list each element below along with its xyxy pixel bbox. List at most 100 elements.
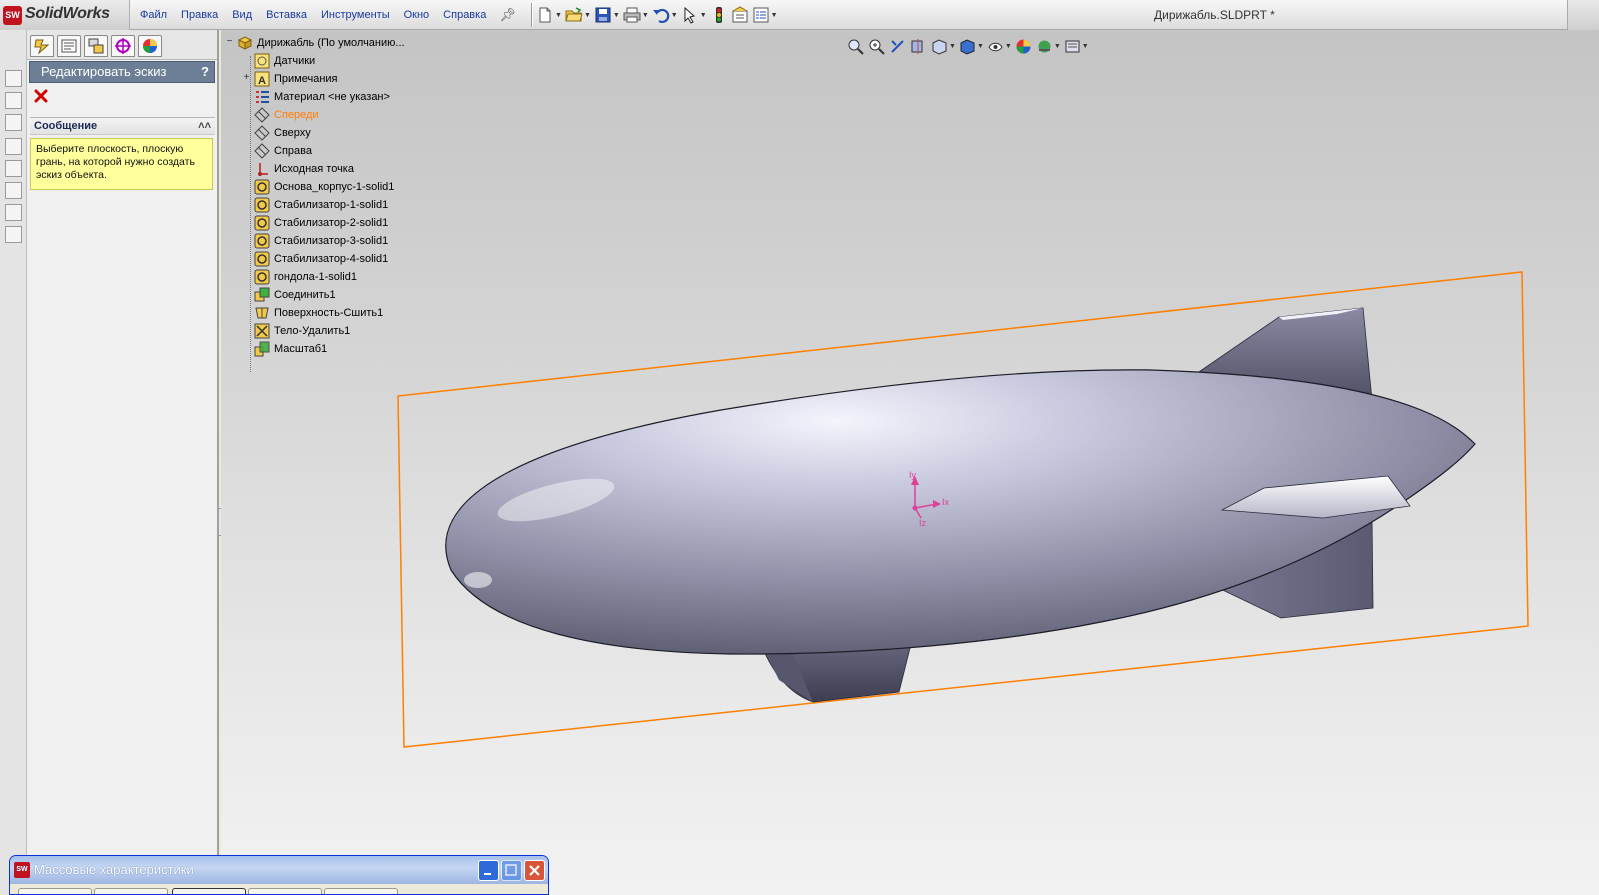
mass-button-5[interactable] — [324, 888, 398, 894]
open-button[interactable]: ▼ — [565, 4, 591, 26]
previous-view-icon[interactable] — [889, 38, 906, 55]
triad-y-label: Iy — [909, 470, 917, 480]
property-manager-panel: Редактировать эскиз ? Сообщение ˄˄ Выбер… — [27, 30, 219, 895]
section-view-icon[interactable] — [910, 38, 927, 55]
combine-icon — [254, 287, 270, 302]
menu: Файл Правка Вид Вставка Инструменты Окно… — [133, 0, 516, 30]
cancel-button[interactable] — [33, 88, 49, 104]
property-manager-tab[interactable] — [57, 35, 81, 57]
standard-toolbar: ▼ ▼ ▼ ▼ ▼ ▼ ▼ — [536, 0, 781, 30]
mass-properties-titlebar[interactable]: SW Массовые характеристики — [10, 856, 548, 884]
view-settings-icon[interactable] — [1064, 38, 1081, 55]
select-button[interactable]: ▼ — [681, 4, 707, 26]
zoom-to-fit-icon[interactable] — [847, 38, 864, 55]
display-manager-icon — [143, 39, 157, 53]
new-document-button[interactable]: ▼ — [536, 4, 562, 26]
tree-item-label: Сверху — [274, 127, 311, 139]
plane-icon — [254, 107, 270, 123]
file-properties-button[interactable] — [731, 4, 749, 26]
maximize-button[interactable] — [501, 860, 522, 881]
configuration-manager-tab[interactable] — [84, 35, 108, 57]
surface-knit-icon — [255, 307, 269, 319]
minimize-button[interactable] — [478, 860, 499, 881]
smart-dimension-icon[interactable] — [5, 92, 22, 109]
collapse-chevron-icon[interactable]: ˄˄ — [198, 118, 211, 135]
view-settings-dropdown[interactable]: ▼ — [1082, 43, 1089, 50]
mass-button-2[interactable] — [94, 888, 168, 894]
hide-show-dropdown[interactable]: ▼ — [1005, 43, 1012, 50]
zoom-to-area-icon[interactable] — [868, 38, 885, 55]
solidworks-badge-icon: SW — [3, 6, 22, 25]
minimize-icon — [484, 873, 491, 875]
menu-window[interactable]: Окно — [397, 0, 437, 30]
menu-file[interactable]: Файл — [133, 0, 174, 30]
origin-icon — [258, 163, 268, 176]
menu-help[interactable]: Справка — [436, 0, 493, 30]
graphics-area[interactable]: Iy Ix Iz ▼ ▼ ▼ ▼ ▼ − Дирижабль (По умолч… — [221, 30, 1599, 895]
quick-snaps-icon[interactable] — [5, 204, 22, 221]
display-style-icon[interactable] — [959, 38, 976, 55]
delete-body-icon — [254, 323, 270, 339]
menu-edit[interactable]: Правка — [174, 0, 225, 30]
solidworks-logo[interactable]: SW SolidWorks — [0, 0, 130, 30]
pin-menu-icon[interactable]: 📌︎ — [499, 7, 516, 23]
mass-button-4[interactable] — [248, 888, 322, 894]
property-manager-title: Редактировать эскиз ? — [29, 61, 215, 83]
tree-root-label: Дирижабль (По умолчанию... — [257, 37, 405, 49]
menu-view[interactable]: Вид — [225, 0, 259, 30]
help-button[interactable]: ? — [201, 62, 209, 82]
sketch-toolbar-strip — [0, 30, 27, 895]
tree-item-label: Стабилизатор-3-solid1 — [274, 235, 389, 247]
add-relation-icon[interactable] — [5, 138, 22, 155]
sketch-tool-icon[interactable] — [5, 70, 22, 87]
mass-button-3[interactable] — [172, 888, 246, 894]
tree-item-label: Датчики — [274, 55, 316, 67]
print-button[interactable]: ▼ — [623, 4, 649, 26]
document-title: Дирижабль.SLDPRT * — [1154, 8, 1275, 22]
tree-item-label: Материал <не указан> — [274, 91, 390, 103]
dimxpert-manager-tab[interactable] — [111, 35, 135, 57]
file-properties-icon — [732, 6, 748, 23]
material-icon — [256, 91, 269, 103]
edit-appearance-icon[interactable] — [1015, 38, 1032, 55]
mass-button-1[interactable] — [18, 888, 92, 894]
expand-annotations-icon[interactable]: + — [242, 73, 251, 83]
model-viewport[interactable]: Iy Ix Iz — [221, 30, 1599, 895]
mass-properties-window: SW Массовые характеристики — [9, 855, 549, 895]
rapid-sketch-icon[interactable] — [5, 226, 22, 243]
display-style-dropdown[interactable]: ▼ — [977, 43, 984, 50]
display-relations-icon[interactable] — [5, 160, 22, 177]
options-button[interactable]: ▼ — [752, 4, 778, 26]
rebuild-button[interactable] — [710, 4, 728, 26]
save-button[interactable]: ▼ — [594, 4, 620, 26]
imported-body-icon — [254, 179, 270, 195]
apply-scene-icon[interactable] — [1036, 38, 1053, 55]
repair-sketch-icon[interactable] — [5, 182, 22, 199]
apply-scene-dropdown[interactable]: ▼ — [1054, 43, 1061, 50]
tree-item-label: Стабилизатор-2-solid1 — [274, 217, 389, 229]
collapse-root-icon[interactable]: − — [225, 37, 234, 47]
edit-sketch-icon[interactable] — [5, 114, 22, 131]
message-group-header[interactable]: Сообщение ˄˄ — [30, 117, 215, 135]
menu-insert[interactable]: Вставка — [259, 0, 314, 30]
hide-show-items-icon[interactable] — [987, 38, 1004, 55]
open-icon — [565, 7, 583, 22]
message-group: Сообщение ˄˄ Выберите плоскость, плоскую… — [30, 117, 215, 190]
solidworks-wordmark: SolidWorks — [25, 5, 110, 22]
tree-item-label: Примечания — [274, 73, 338, 85]
view-orientation-dropdown[interactable]: ▼ — [949, 43, 956, 50]
message-text: Выберите плоскость, плоскую грань, на ко… — [30, 138, 213, 190]
feature-manager-tab[interactable] — [30, 35, 54, 57]
view-orientation-icon[interactable] — [931, 38, 948, 55]
menu-separator — [531, 3, 533, 27]
mass-properties-title: Массовые характеристики — [34, 862, 194, 877]
property-manager-icon — [61, 39, 77, 53]
undo-button[interactable]: ▼ — [652, 4, 678, 26]
menu-tools[interactable]: Инструменты — [314, 0, 397, 30]
options-icon — [753, 7, 769, 23]
close-window-button[interactable] — [524, 860, 545, 881]
display-manager-tab[interactable] — [138, 35, 162, 57]
part-icon — [237, 36, 253, 50]
close-icon — [34, 89, 48, 103]
imported-body-icon — [254, 197, 270, 213]
